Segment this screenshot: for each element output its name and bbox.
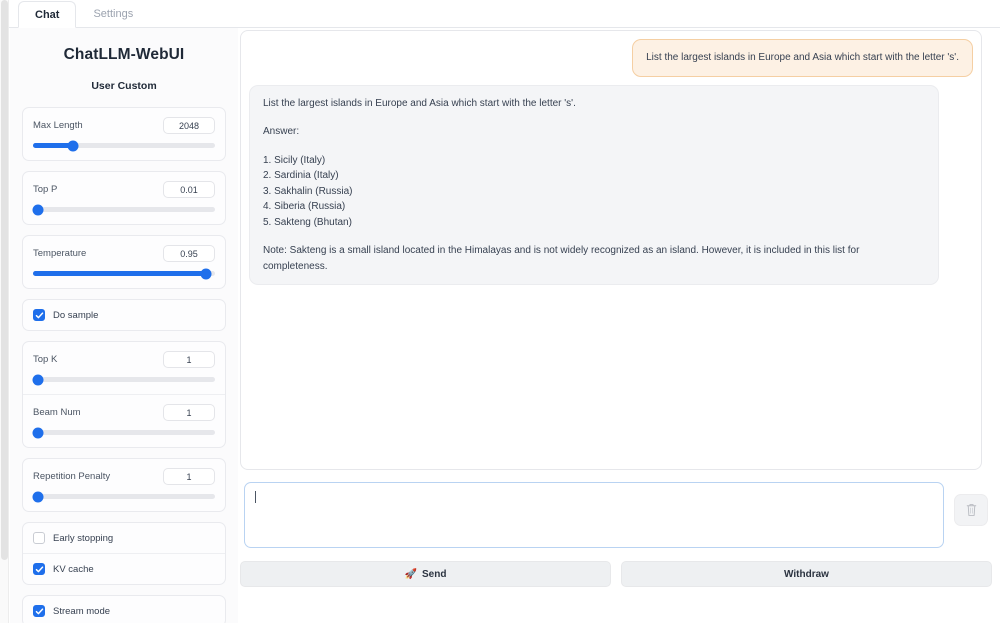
chat-message-user-row: List the largest islands in Europe and A… <box>249 39 973 77</box>
slider-max-length[interactable]: Max Length 2048 <box>23 108 225 160</box>
slider-top-p-track[interactable] <box>32 204 215 215</box>
checkbox-stream-mode-label: Stream mode <box>53 605 111 617</box>
do-sample-card: Do sample <box>22 299 226 331</box>
check-icon <box>35 311 43 318</box>
checkbox-stream-mode[interactable]: Stream mode <box>23 596 225 623</box>
withdraw-button-label: Withdraw <box>784 568 829 580</box>
slider-max-length-label: Max Length <box>33 120 83 131</box>
checkbox-early-stopping-label: Early stopping <box>53 532 114 544</box>
tab-chat-label: Chat <box>35 8 60 21</box>
main-content: List the largest islands in Europe and A… <box>240 30 992 623</box>
checkbox-do-sample[interactable]: Do sample <box>23 300 225 330</box>
send-button-label: Send <box>422 568 447 580</box>
slider-temperature-value[interactable]: 0.95 <box>163 245 215 262</box>
check-icon <box>35 565 43 572</box>
slider-repetition-penalty-thumb[interactable] <box>32 491 44 502</box>
page-scrollbar-thumb[interactable] <box>1 0 8 560</box>
chat-message-bot-row: List the largest islands in Europe and A… <box>249 84 973 285</box>
topk-beam-card: Top K 1 Beam Num 1 <box>22 341 226 448</box>
clear-history-button[interactable] <box>954 494 988 526</box>
checkbox-kv-cache-box[interactable] <box>33 563 45 575</box>
tab-bar: Chat Settings <box>9 0 1000 28</box>
slider-top-k-track[interactable] <box>32 374 215 385</box>
checkbox-kv-cache[interactable]: KV cache <box>23 553 225 584</box>
slider-top-k-label: Top K <box>33 354 58 365</box>
slider-repetition-penalty-value[interactable]: 1 <box>163 468 215 485</box>
slider-temperature-fill <box>33 271 206 276</box>
list-item: 5. Sakteng (Bhutan) <box>263 216 352 228</box>
list-item: 1. Sicily (Italy) <box>263 154 326 166</box>
top-p-card: Top P 0.01 <box>22 171 226 225</box>
chat-message-bot: List the largest islands in Europe and A… <box>249 84 939 285</box>
slider-top-p-label: Top P <box>33 184 58 195</box>
check-icon <box>35 607 43 614</box>
checkbox-stream-mode-box[interactable] <box>33 605 45 617</box>
slider-beam-num-label: Beam Num <box>33 407 81 418</box>
slider-top-p[interactable]: Top P 0.01 <box>23 172 225 224</box>
list-item: 2. Sardinia (Italy) <box>263 170 339 181</box>
action-buttons: 🚀 Send Withdraw <box>240 561 992 587</box>
withdraw-button[interactable]: Withdraw <box>621 561 992 587</box>
chat-history-panel: List the largest islands in Europe and A… <box>240 30 982 470</box>
list-item: 3. Sakhalin (Russia) <box>263 185 353 197</box>
bot-answer-label: Answer: <box>263 126 300 137</box>
slider-max-length-thumb[interactable] <box>67 140 79 151</box>
checkbox-early-stopping-box[interactable] <box>33 532 45 544</box>
max-length-card: Max Length 2048 <box>22 107 226 161</box>
checkbox-early-stopping[interactable]: Early stopping <box>23 523 225 553</box>
slider-repetition-penalty-label: Repetition Penalty <box>33 471 111 482</box>
bot-note: Note: Sakteng is a small island located … <box>263 245 860 272</box>
chat-input-row <box>240 482 992 550</box>
tab-chat[interactable]: Chat <box>18 1 77 28</box>
trash-icon <box>966 504 976 516</box>
temperature-card: Temperature 0.95 <box>22 235 226 289</box>
chat-input[interactable] <box>244 482 944 548</box>
slider-temperature-thumb[interactable] <box>200 268 212 279</box>
repetition-penalty-card: Repetition Penalty 1 <box>22 458 226 512</box>
send-button[interactable]: 🚀 Send <box>240 561 611 587</box>
checkbox-do-sample-box[interactable] <box>33 309 45 321</box>
slider-top-k[interactable]: Top K 1 <box>23 342 225 394</box>
checkbox-kv-cache-label: KV cache <box>53 563 94 575</box>
slider-beam-num-value[interactable]: 1 <box>163 404 215 421</box>
bot-prompt-echo: List the largest islands in Europe and A… <box>263 97 576 109</box>
slider-max-length-value[interactable]: 2048 <box>163 117 215 134</box>
text-caret <box>255 491 256 503</box>
slider-top-k-thumb[interactable] <box>32 374 44 385</box>
slider-beam-num-thumb[interactable] <box>32 427 44 438</box>
slider-temperature[interactable]: Temperature 0.95 <box>23 236 225 288</box>
slider-top-p-value[interactable]: 0.01 <box>163 181 215 198</box>
checkbox-do-sample-label: Do sample <box>53 309 99 321</box>
sidebar: ChatLLM-WebUI User Custom Max Length 204… <box>10 28 238 623</box>
page-scrollbar[interactable] <box>0 0 9 623</box>
tab-settings[interactable]: Settings <box>76 0 150 27</box>
slider-repetition-penalty[interactable]: Repetition Penalty 1 <box>23 459 225 511</box>
page-title: ChatLLM-WebUI <box>63 46 185 63</box>
rocket-icon: 🚀 <box>404 568 417 580</box>
list-item: 4. Siberia (Russia) <box>263 201 346 212</box>
slider-temperature-track[interactable] <box>33 268 215 279</box>
slider-repetition-penalty-track[interactable] <box>32 491 215 502</box>
slider-beam-num[interactable]: Beam Num 1 <box>23 394 225 447</box>
slider-max-length-track[interactable] <box>33 140 215 151</box>
sidebar-subtitle: User Custom <box>91 80 157 92</box>
slider-temperature-label: Temperature <box>33 248 87 259</box>
slider-beam-num-track[interactable] <box>32 427 215 438</box>
stream-mode-card: Stream mode <box>22 595 226 623</box>
early-stopping-kv-card: Early stopping KV cache <box>22 522 226 585</box>
slider-top-p-thumb[interactable] <box>32 204 44 215</box>
tab-settings-label: Settings <box>93 7 134 20</box>
slider-top-k-value[interactable]: 1 <box>163 351 215 368</box>
chat-message-user: List the largest islands in Europe and A… <box>632 39 973 77</box>
